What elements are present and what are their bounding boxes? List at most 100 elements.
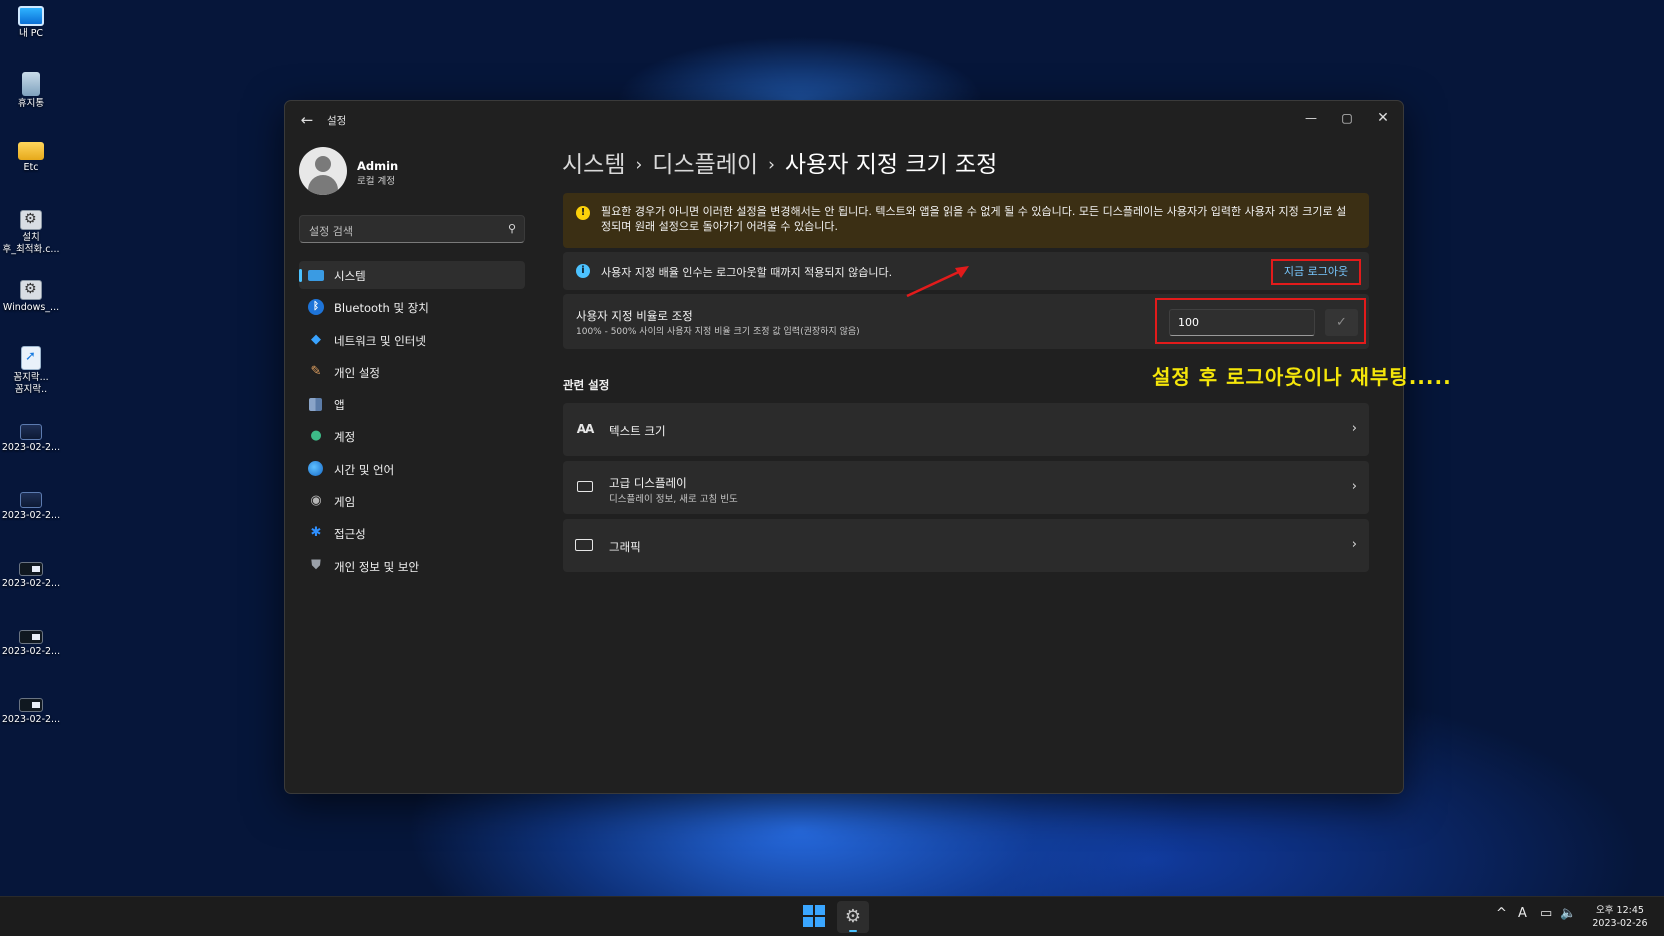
- clock[interactable]: 오후 12:45 2023-02-26: [1585, 904, 1655, 930]
- custom-scale-description: 100% - 500% 사이의 사용자 지정 비율 크기 조정 값 입력(권장하…: [576, 327, 860, 337]
- network-icon[interactable]: ▭: [1540, 906, 1552, 921]
- sidebar-item-label: 시간 및 언어: [334, 462, 395, 477]
- sidebar-item-system[interactable]: 시스템: [299, 261, 525, 289]
- search-input[interactable]: 설정 검색 ⚲: [299, 215, 525, 243]
- accessibility-icon: ✱: [310, 525, 322, 541]
- warning-banner: ! 필요한 경우가 아니면 이러한 설정을 변경해서는 안 됩니다. 텍스트와 …: [563, 193, 1369, 248]
- network-icon: ◆: [311, 331, 321, 347]
- gamepad-icon: ◉: [310, 493, 322, 509]
- desktop-icon-screenshot[interactable]: 2023-02-2...: [0, 690, 62, 726]
- sidebar-item-network[interactable]: ◆ 네트워크 및 인터넷: [299, 326, 525, 354]
- sidebar-item-time-language[interactable]: 시간 및 언어: [299, 455, 525, 483]
- document-shortcut-icon: [21, 346, 41, 370]
- system-icon: [308, 270, 324, 281]
- related-settings-heading: 관련 설정: [563, 378, 610, 392]
- chevron-right-icon: ›: [1351, 421, 1357, 436]
- warning-text: 필요한 경우가 아니면 이러한 설정을 변경해서는 안 됩니다. 텍스트와 앱을…: [601, 205, 1347, 233]
- clock-date: 2023-02-26: [1592, 918, 1648, 929]
- red-arrow-icon: [906, 266, 969, 298]
- link-subtitle: 디스플레이 정보, 새로 고침 빈도: [609, 494, 738, 505]
- desktop-icon-recycle-bin[interactable]: 휴지통: [0, 72, 62, 110]
- desktop-icon-optimize-shortcut[interactable]: 설치 후_최적화.c...: [0, 210, 62, 256]
- search-icon: ⚲: [507, 222, 516, 235]
- sidebar-item-label: 앱: [334, 398, 345, 413]
- ime-indicator[interactable]: A: [1518, 906, 1527, 921]
- sidebar-item-label: 게임: [334, 495, 356, 510]
- sidebar-item-label: 개인 정보 및 보안: [334, 559, 420, 574]
- desktop-icon-document-shortcut[interactable]: 꼼지락... 꼼지락..: [0, 346, 62, 396]
- gpu-icon: [575, 539, 593, 551]
- sidebar-item-gaming[interactable]: ◉ 게임: [299, 487, 525, 515]
- desktop-icon-label: 2023-02-2...: [1, 714, 61, 725]
- chevron-right-icon: ›: [1351, 537, 1357, 552]
- link-title: 그래픽: [609, 540, 641, 554]
- desktop-icon-screenshot[interactable]: 2023-02-2...: [0, 554, 62, 590]
- title-bar[interactable]: ← 설정 — ▢ ✕: [285, 101, 1403, 137]
- scale-value-input[interactable]: 100: [1169, 309, 1315, 336]
- sidebar-item-apps[interactable]: 앱: [299, 390, 525, 418]
- custom-scale-card: 사용자 지정 비율로 조정 100% - 500% 사이의 사용자 지정 비율 …: [563, 294, 1369, 349]
- warning-icon: !: [576, 206, 590, 220]
- shield-icon: ⛊: [311, 557, 321, 573]
- user-profile[interactable]: Admin 로컬 계정: [299, 147, 519, 199]
- monitor-icon: [577, 481, 593, 492]
- settings-app-icon[interactable]: ⚙: [837, 901, 869, 933]
- screenshot-icon: [19, 562, 43, 576]
- close-button[interactable]: ✕: [1365, 105, 1401, 131]
- desktop-icon-label: 2023-02-2...: [1, 442, 61, 453]
- breadcrumb: 시스템 › 디스플레이 › 사용자 지정 크기 조정: [562, 145, 997, 178]
- sidebar-nav: 시스템 ᛒ Bluetooth 및 장치 ◆ 네트워크 및 인터넷 ✎ 개인 설…: [299, 261, 525, 584]
- desktop-icon-screenshot[interactable]: 2023-02-2...: [0, 418, 62, 454]
- breadcrumb-system[interactable]: 시스템: [562, 145, 625, 179]
- sidebar-item-label: 네트워크 및 인터넷: [334, 333, 426, 348]
- back-arrow-icon[interactable]: ←: [295, 109, 319, 131]
- account-icon: ●: [310, 428, 322, 444]
- breadcrumb-separator: ›: [768, 155, 775, 175]
- settings-shortcut-icon: [20, 210, 42, 230]
- settings-window: ← 설정 — ▢ ✕ Admin 로컬 계정 설정 검색 ⚲ 시스템 ᛒ Blu…: [284, 100, 1404, 794]
- logout-now-button[interactable]: 지금 로그아웃: [1271, 259, 1361, 285]
- sidebar-item-label: 접근성: [334, 527, 366, 542]
- sidebar-item-privacy[interactable]: ⛊ 개인 정보 및 보안: [299, 552, 525, 580]
- text-size-link[interactable]: AA 텍스트 크기 ›: [563, 403, 1369, 456]
- recycle-bin-icon: [22, 72, 40, 96]
- taskbar: ⚙ ^ A ▭ 🔈 오후 12:45 2023-02-26: [0, 896, 1664, 936]
- window-title: 설정: [327, 115, 347, 127]
- sidebar-item-label: Bluetooth 및 장치: [334, 301, 429, 316]
- desktop-icon-screenshot[interactable]: 2023-02-2...: [0, 622, 62, 658]
- globe-clock-icon: [308, 460, 323, 476]
- page-title: 사용자 지정 크기 조정: [784, 152, 998, 178]
- sidebar-item-accessibility[interactable]: ✱ 접근성: [299, 519, 525, 547]
- sidebar-item-bluetooth[interactable]: ᛒ Bluetooth 및 장치: [299, 293, 525, 321]
- maximize-button[interactable]: ▢: [1329, 105, 1365, 131]
- desktop-icon-label: 2023-02-2...: [1, 578, 61, 589]
- info-text: 사용자 지정 배율 인수는 로그아웃할 때까지 적용되지 않습니다.: [601, 266, 893, 279]
- chevron-up-icon[interactable]: ^: [1496, 906, 1507, 921]
- desktop-icon-label: 내 PC: [18, 28, 44, 39]
- breadcrumb-separator: ›: [635, 155, 643, 175]
- link-title: 텍스트 크기: [609, 424, 666, 438]
- desktop-icon-screenshot[interactable]: 2023-02-2...: [0, 486, 62, 522]
- advanced-display-link[interactable]: 고급 디스플레이 디스플레이 정보, 새로 고침 빈도 ›: [563, 461, 1369, 514]
- sidebar-item-label: 시스템: [334, 269, 366, 283]
- profile-name: Admin: [357, 159, 399, 173]
- sidebar-item-personalization[interactable]: ✎ 개인 설정: [299, 358, 525, 386]
- screenshot-icon: [19, 630, 43, 644]
- brush-icon: ✎: [310, 363, 322, 379]
- screenshot-icon: [20, 492, 42, 508]
- desktop-icon-label: Windows_...: [2, 302, 60, 313]
- desktop-icon-etc-folder[interactable]: Etc: [0, 138, 62, 174]
- minimize-button[interactable]: —: [1293, 105, 1329, 131]
- breadcrumb-display[interactable]: 디스플레이: [652, 145, 758, 179]
- profile-account-type: 로컬 계정: [357, 176, 395, 187]
- desktop-icon-windows-shortcut[interactable]: Windows_...: [0, 280, 62, 314]
- graphics-link[interactable]: 그래픽 ›: [563, 519, 1369, 572]
- text-size-icon: AA: [576, 422, 595, 436]
- settings-shortcut-icon: [20, 280, 42, 300]
- annotation-text: 설정 후 로그아웃이나 재부팅.....: [1152, 365, 1452, 389]
- desktop-icon-my-pc[interactable]: 내 PC: [0, 6, 62, 40]
- windows-start-icon[interactable]: [803, 905, 827, 929]
- volume-icon[interactable]: 🔈: [1560, 906, 1576, 921]
- sidebar-item-accounts[interactable]: ● 계정: [299, 422, 525, 450]
- apply-checkmark-button[interactable]: ✓: [1325, 309, 1358, 336]
